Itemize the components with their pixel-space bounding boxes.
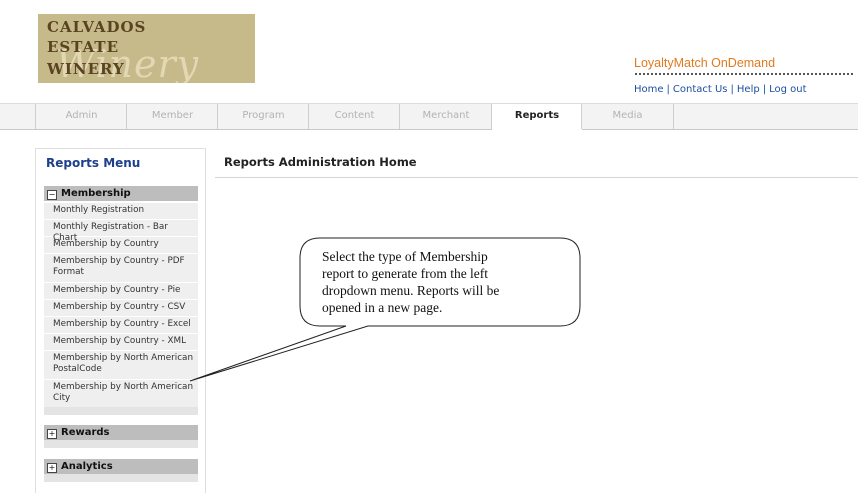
report-item-monthly-registration[interactable]: Monthly Registration <box>44 203 198 220</box>
tab-admin[interactable]: Admin <box>35 104 127 129</box>
logo-line-2: ESTATE <box>47 38 120 56</box>
home-link[interactable]: Home <box>634 84 664 95</box>
logo-line-1: CALVADOS <box>47 18 147 36</box>
callout-line: report to generate from the left <box>322 266 489 281</box>
tab-media[interactable]: Media <box>581 104 674 129</box>
report-item-membership-by-postalcode[interactable]: Membership by North American PostalCode <box>44 351 198 380</box>
rewards-section-header[interactable]: + Rewards <box>44 425 198 440</box>
link-separator: | <box>666 84 670 95</box>
report-item-membership-by-country[interactable]: Membership by Country <box>44 237 198 254</box>
section-footer-bar <box>44 407 198 415</box>
expand-icon[interactable]: + <box>47 429 57 439</box>
report-item-membership-by-country-pdf[interactable]: Membership by Country - PDF Format <box>44 254 198 283</box>
link-separator: | <box>762 84 767 95</box>
link-separator: | <box>730 84 734 95</box>
membership-report-list: Monthly Registration Monthly Registratio… <box>44 203 198 409</box>
main-tab-bar: Admin Member Program Content Merchant Re… <box>0 103 858 130</box>
reports-menu-panel: Reports Menu − Membership Monthly Registr… <box>35 148 206 493</box>
logout-link[interactable]: Log out <box>769 84 806 95</box>
report-item-membership-by-city[interactable]: Membership by North American City <box>44 380 198 409</box>
expand-icon[interactable]: + <box>47 463 57 473</box>
callout-line: Select the type of Membership <box>322 249 488 264</box>
top-links: Home | Contact Us | Help | Log out <box>634 84 807 95</box>
tab-merchant[interactable]: Merchant <box>399 104 492 129</box>
tab-member[interactable]: Member <box>126 104 218 129</box>
section-footer-bar <box>44 474 198 482</box>
tab-reports[interactable]: Reports <box>491 104 582 130</box>
logo-line-3: WINERY <box>47 60 125 78</box>
report-item-membership-by-country-excel[interactable]: Membership by Country - Excel <box>44 317 198 334</box>
callout-line: dropdown menu. Reports will be <box>322 283 500 298</box>
tab-content[interactable]: Content <box>308 104 400 129</box>
report-item-membership-by-country-xml[interactable]: Membership by Country - XML <box>44 334 198 351</box>
section-footer-bar <box>44 440 198 448</box>
analytics-section-header[interactable]: + Analytics <box>44 459 198 474</box>
report-item-membership-by-country-csv[interactable]: Membership by Country - CSV <box>44 300 198 317</box>
rewards-section-label: Rewards <box>61 427 110 438</box>
callout-text: Select the type of Membership report to … <box>322 248 572 316</box>
help-link[interactable]: Help <box>737 84 760 95</box>
callout-line: opened in a new page. <box>322 300 443 315</box>
page-title: Reports Administration Home <box>224 155 417 169</box>
tab-program[interactable]: Program <box>217 104 309 129</box>
report-item-membership-by-country-pie[interactable]: Membership by Country - Pie <box>44 283 198 300</box>
contact-link[interactable]: Contact Us <box>673 84 728 95</box>
membership-section-header[interactable]: − Membership <box>44 186 198 201</box>
membership-section-label: Membership <box>61 188 131 199</box>
report-item-monthly-registration-bar-chart[interactable]: Monthly Registration - Bar Chart <box>44 220 198 243</box>
collapse-icon[interactable]: − <box>47 190 57 200</box>
winery-logo: Winery CALVADOS ESTATE WINERY <box>38 14 255 83</box>
reports-menu-title: Reports Menu <box>46 156 141 170</box>
analytics-section-label: Analytics <box>61 461 113 472</box>
dotted-divider <box>635 73 853 75</box>
brand-name: LoyaltyMatch OnDemand <box>634 56 776 70</box>
title-divider <box>215 177 858 178</box>
